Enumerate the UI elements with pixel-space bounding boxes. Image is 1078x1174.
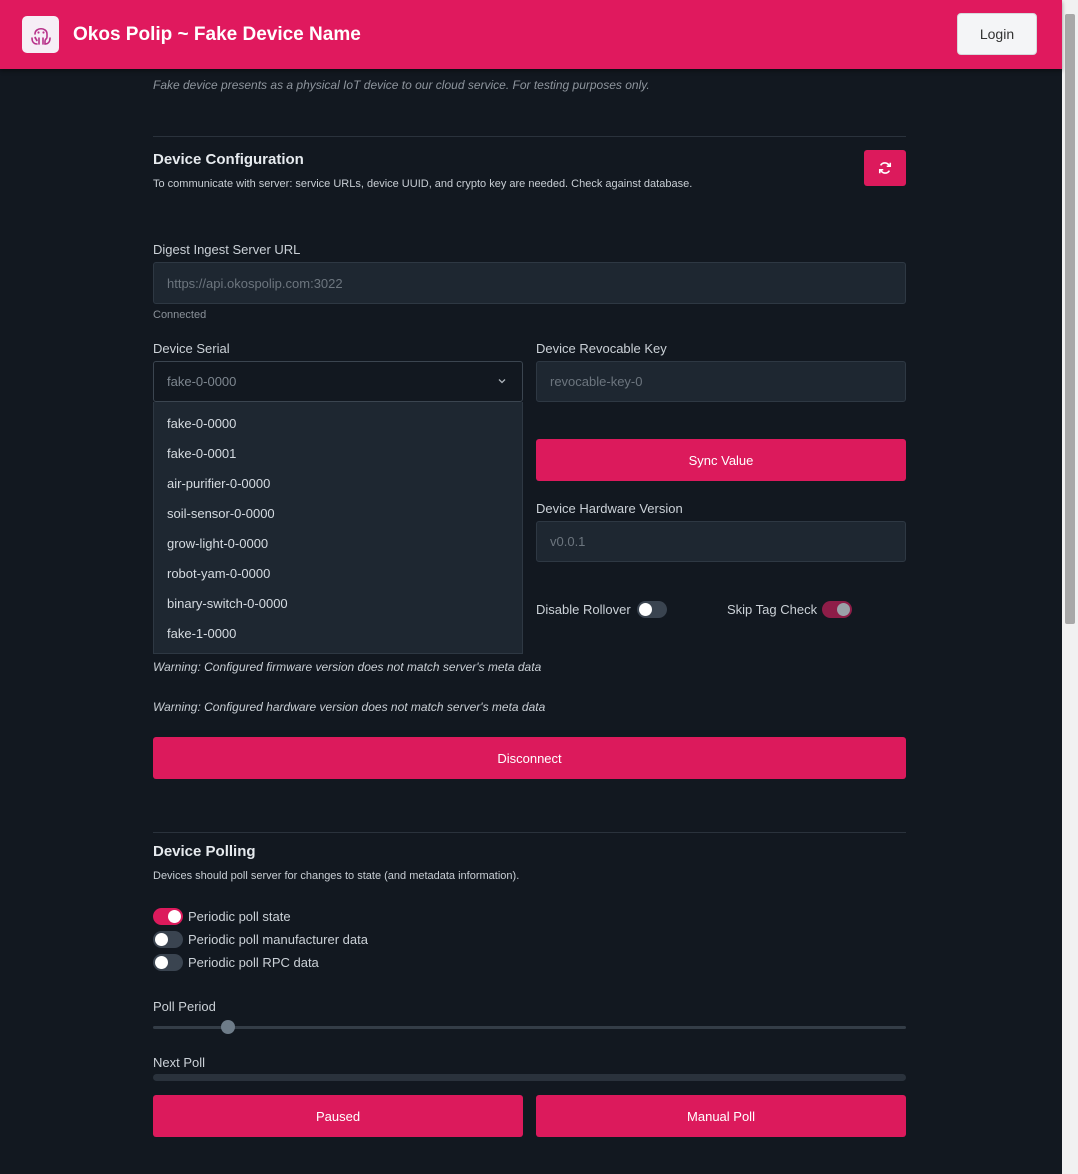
divider (153, 136, 906, 137)
disable-rollover-label: Disable Rollover (536, 602, 631, 617)
poll-period-label: Poll Period (153, 999, 216, 1014)
polling-section-description: Devices should poll server for changes t… (153, 870, 520, 882)
divider (153, 832, 906, 833)
manual-poll-button[interactable]: Manual Poll (536, 1095, 906, 1137)
next-poll-progress (153, 1074, 906, 1081)
octopus-logo-icon (22, 16, 59, 53)
login-button[interactable]: Login (957, 13, 1037, 55)
config-section-description: To communicate with server: service URLs… (153, 178, 693, 190)
device-serial-dropdown: fake-0-0000 fake-0-0001 air-purifier-0-0… (153, 402, 523, 654)
sync-value-button[interactable]: Sync Value (536, 439, 906, 481)
refresh-button[interactable] (864, 150, 906, 186)
page-subtitle: Fake device presents as a physical IoT d… (153, 78, 650, 92)
scrollbar-thumb[interactable] (1065, 14, 1075, 624)
poll-manufacturer-label: Periodic poll manufacturer data (188, 932, 368, 947)
poll-manufacturer-toggle[interactable] (153, 931, 183, 948)
digest-url-input[interactable]: https://api.okospolip.com:3022 (153, 262, 906, 304)
dropdown-option[interactable]: air-purifier-0-0000 (154, 468, 522, 498)
poll-period-slider-thumb[interactable] (221, 1020, 236, 1034)
dropdown-option[interactable]: fake-0-0001 (154, 438, 522, 468)
polling-section-title: Device Polling (153, 843, 256, 860)
dropdown-option[interactable]: fake-0-0000 (154, 408, 522, 438)
skip-tag-check-toggle[interactable] (822, 601, 852, 618)
hardware-version-input[interactable]: v0.0.1 (536, 521, 906, 562)
dropdown-option[interactable]: soil-sensor-0-0000 (154, 498, 522, 528)
poll-state-label: Periodic poll state (188, 909, 291, 924)
connection-status: Connected (153, 309, 207, 321)
poll-rpc-label: Periodic poll RPC data (188, 955, 319, 970)
next-poll-label: Next Poll (153, 1055, 206, 1070)
firmware-warning: Warning: Configured firmware version doe… (153, 660, 542, 674)
hardware-warning: Warning: Configured hardware version doe… (153, 700, 546, 714)
dropdown-option[interactable]: robot-yam-0-0000 (154, 558, 522, 588)
paused-button[interactable]: Paused (153, 1095, 523, 1137)
chevron-down-icon (498, 379, 506, 384)
disconnect-button[interactable]: Disconnect (153, 737, 906, 779)
app-title: Okos Polip ~ Fake Device Name (73, 24, 361, 45)
revocable-key-input[interactable]: revocable-key-0 (536, 361, 906, 402)
device-serial-select[interactable]: fake-0-0000 (153, 361, 523, 402)
page-scrollbar[interactable] (1062, 0, 1078, 1174)
digest-url-label: Digest Ingest Server URL (153, 242, 301, 257)
hardware-version-label: Device Hardware Version (536, 501, 683, 516)
disable-rollover-toggle[interactable] (637, 601, 667, 618)
poll-state-toggle[interactable] (153, 908, 183, 925)
poll-period-slider[interactable] (153, 1026, 906, 1029)
revocable-key-label: Device Revocable Key (536, 341, 667, 356)
device-serial-value: fake-0-0000 (167, 374, 237, 389)
dropdown-option[interactable]: binary-switch-0-0000 (154, 588, 522, 618)
skip-tag-check-label: Skip Tag Check (727, 602, 818, 617)
dropdown-option[interactable]: grow-light-0-0000 (154, 528, 522, 558)
refresh-icon (878, 162, 892, 174)
device-serial-label: Device Serial (153, 341, 230, 356)
config-section-title: Device Configuration (153, 151, 304, 168)
dropdown-option[interactable]: fake-1-0000 (154, 618, 522, 648)
poll-rpc-toggle[interactable] (153, 954, 183, 971)
app-header: Okos Polip ~ Fake Device Name Login (0, 0, 1062, 69)
